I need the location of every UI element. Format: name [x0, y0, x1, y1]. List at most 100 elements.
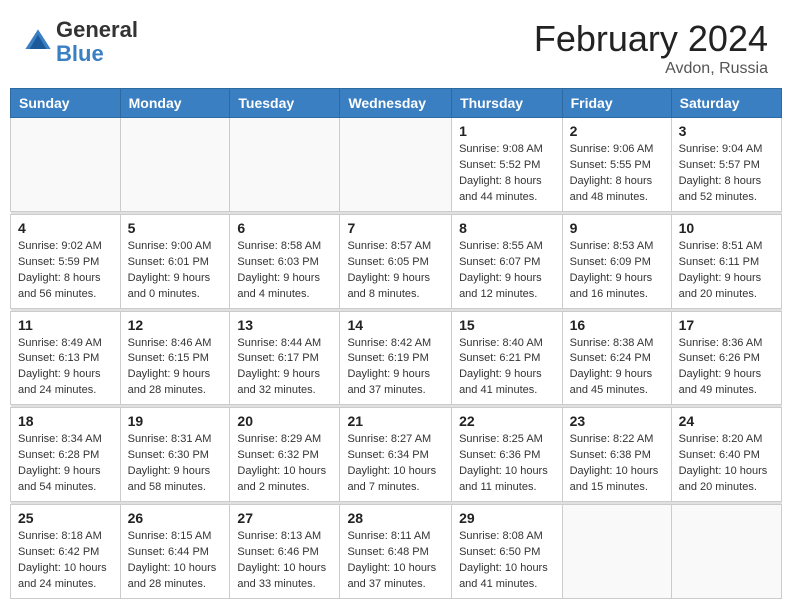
day-number: 4	[18, 220, 113, 236]
calendar-cell: 25 Sunrise: 8:18 AMSunset: 6:42 PMDayligh…	[11, 505, 121, 599]
day-number: 27	[237, 510, 332, 526]
col-wednesday: Wednesday	[340, 89, 452, 118]
logo-blue-text: Blue	[56, 41, 104, 66]
day-info: Sunrise: 8:46 AMSunset: 6:15 PMDaylight:…	[128, 336, 223, 400]
logo-icon	[24, 28, 52, 56]
calendar-cell: 15 Sunrise: 8:40 AMSunset: 6:21 PMDayligh…	[452, 311, 563, 405]
day-info: Sunrise: 8:29 AMSunset: 6:32 PMDaylight:…	[237, 432, 332, 496]
day-number: 3	[679, 123, 774, 139]
day-info: Sunrise: 8:44 AMSunset: 6:17 PMDaylight:…	[237, 336, 332, 400]
day-info: Sunrise: 8:40 AMSunset: 6:21 PMDaylight:…	[459, 336, 555, 400]
calendar-table: Sunday Monday Tuesday Wednesday Thursday…	[10, 88, 782, 599]
calendar-wrapper: Sunday Monday Tuesday Wednesday Thursday…	[0, 88, 792, 609]
calendar-week-row: 18 Sunrise: 8:34 AMSunset: 6:28 PMDayligh…	[11, 408, 782, 502]
calendar-week-row: 11 Sunrise: 8:49 AMSunset: 6:13 PMDayligh…	[11, 311, 782, 405]
day-info: Sunrise: 8:36 AMSunset: 6:26 PMDaylight:…	[679, 336, 774, 400]
day-info: Sunrise: 8:27 AMSunset: 6:34 PMDaylight:…	[347, 432, 444, 496]
calendar-cell: 13 Sunrise: 8:44 AMSunset: 6:17 PMDayligh…	[230, 311, 340, 405]
day-info: Sunrise: 9:00 AMSunset: 6:01 PMDaylight:…	[128, 239, 223, 303]
calendar-cell	[230, 118, 340, 212]
day-number: 11	[18, 317, 113, 333]
col-thursday: Thursday	[452, 89, 563, 118]
day-info: Sunrise: 8:55 AMSunset: 6:07 PMDaylight:…	[459, 239, 555, 303]
calendar-cell: 9 Sunrise: 8:53 AMSunset: 6:09 PMDaylight…	[562, 214, 671, 308]
day-number: 25	[18, 510, 113, 526]
day-info: Sunrise: 8:51 AMSunset: 6:11 PMDaylight:…	[679, 239, 774, 303]
calendar-cell: 23 Sunrise: 8:22 AMSunset: 6:38 PMDayligh…	[562, 408, 671, 502]
day-info: Sunrise: 8:38 AMSunset: 6:24 PMDaylight:…	[570, 336, 664, 400]
day-number: 29	[459, 510, 555, 526]
month-year-title: February 2024	[534, 18, 768, 60]
calendar-cell: 2 Sunrise: 9:06 AMSunset: 5:55 PMDaylight…	[562, 118, 671, 212]
day-number: 23	[570, 413, 664, 429]
day-info: Sunrise: 8:25 AMSunset: 6:36 PMDaylight:…	[459, 432, 555, 496]
day-info: Sunrise: 8:49 AMSunset: 6:13 PMDaylight:…	[18, 336, 113, 400]
location-subtitle: Avdon, Russia	[534, 60, 768, 78]
calendar-cell: 20Sunrise: 8:29 AMSunset: 6:32 PMDayligh…	[230, 408, 340, 502]
page-header: General Blue February 2024 Avdon, Russia	[0, 0, 792, 88]
day-number: 9	[570, 220, 664, 236]
logo-general-text: General	[56, 17, 138, 42]
calendar-cell: 19Sunrise: 8:31 AMSunset: 6:30 PMDayligh…	[120, 408, 230, 502]
day-number: 18	[18, 413, 113, 429]
calendar-cell: 24 Sunrise: 8:20 AMSunset: 6:40 PMDayligh…	[671, 408, 781, 502]
calendar-cell	[11, 118, 121, 212]
day-number: 24	[679, 413, 774, 429]
day-info: Sunrise: 8:11 AMSunset: 6:48 PMDaylight:…	[347, 529, 444, 593]
calendar-cell: 14Sunrise: 8:42 AMSunset: 6:19 PMDayligh…	[340, 311, 452, 405]
col-sunday: Sunday	[11, 89, 121, 118]
day-number: 8	[459, 220, 555, 236]
calendar-cell: 21 Sunrise: 8:27 AMSunset: 6:34 PMDayligh…	[340, 408, 452, 502]
calendar-cell: 12Sunrise: 8:46 AMSunset: 6:15 PMDayligh…	[120, 311, 230, 405]
calendar-cell: 6 Sunrise: 8:58 AMSunset: 6:03 PMDaylight…	[230, 214, 340, 308]
title-block: February 2024 Avdon, Russia	[534, 18, 768, 78]
day-info: Sunrise: 8:18 AMSunset: 6:42 PMDaylight:…	[18, 529, 113, 593]
calendar-cell: 11 Sunrise: 8:49 AMSunset: 6:13 PMDayligh…	[11, 311, 121, 405]
calendar-cell: 8 Sunrise: 8:55 AMSunset: 6:07 PMDaylight…	[452, 214, 563, 308]
col-monday: Monday	[120, 89, 230, 118]
calendar-cell: 10 Sunrise: 8:51 AMSunset: 6:11 PMDayligh…	[671, 214, 781, 308]
day-number: 15	[459, 317, 555, 333]
col-friday: Friday	[562, 89, 671, 118]
day-number: 17	[679, 317, 774, 333]
calendar-cell	[562, 505, 671, 599]
day-number: 2	[570, 123, 664, 139]
day-number: 13	[237, 317, 332, 333]
calendar-cell: 5Sunrise: 9:00 AMSunset: 6:01 PMDaylight…	[120, 214, 230, 308]
day-number: 16	[570, 317, 664, 333]
day-number: 10	[679, 220, 774, 236]
col-tuesday: Tuesday	[230, 89, 340, 118]
calendar-cell: 4Sunrise: 9:02 AMSunset: 5:59 PMDaylight…	[11, 214, 121, 308]
calendar-cell: 18 Sunrise: 8:34 AMSunset: 6:28 PMDayligh…	[11, 408, 121, 502]
day-number: 22	[459, 413, 555, 429]
calendar-cell	[340, 118, 452, 212]
calendar-cell: 27Sunrise: 8:13 AMSunset: 6:46 PMDayligh…	[230, 505, 340, 599]
day-info: Sunrise: 8:22 AMSunset: 6:38 PMDaylight:…	[570, 432, 664, 496]
calendar-cell: 7 Sunrise: 8:57 AMSunset: 6:05 PMDaylight…	[340, 214, 452, 308]
calendar-week-row: 1Sunrise: 9:08 AMSunset: 5:52 PMDaylight…	[11, 118, 782, 212]
day-info: Sunrise: 8:34 AMSunset: 6:28 PMDaylight:…	[18, 432, 113, 496]
calendar-cell: 26Sunrise: 8:15 AMSunset: 6:44 PMDayligh…	[120, 505, 230, 599]
day-info: Sunrise: 9:04 AMSunset: 5:57 PMDaylight:…	[679, 142, 774, 206]
calendar-cell: 28Sunrise: 8:11 AMSunset: 6:48 PMDayligh…	[340, 505, 452, 599]
calendar-cell: 17 Sunrise: 8:36 AMSunset: 6:26 PMDayligh…	[671, 311, 781, 405]
calendar-week-row: 4Sunrise: 9:02 AMSunset: 5:59 PMDaylight…	[11, 214, 782, 308]
day-number: 21	[347, 413, 444, 429]
day-number: 19	[128, 413, 223, 429]
day-number: 6	[237, 220, 332, 236]
day-info: Sunrise: 8:57 AMSunset: 6:05 PMDaylight:…	[347, 239, 444, 303]
calendar-cell: 22 Sunrise: 8:25 AMSunset: 6:36 PMDayligh…	[452, 408, 563, 502]
day-info: Sunrise: 8:58 AMSunset: 6:03 PMDaylight:…	[237, 239, 332, 303]
calendar-cell: 16 Sunrise: 8:38 AMSunset: 6:24 PMDayligh…	[562, 311, 671, 405]
calendar-header-row: Sunday Monday Tuesday Wednesday Thursday…	[11, 89, 782, 118]
calendar-cell	[671, 505, 781, 599]
day-info: Sunrise: 8:53 AMSunset: 6:09 PMDaylight:…	[570, 239, 664, 303]
day-info: Sunrise: 8:20 AMSunset: 6:40 PMDaylight:…	[679, 432, 774, 496]
day-number: 7	[347, 220, 444, 236]
day-info: Sunrise: 8:42 AMSunset: 6:19 PMDaylight:…	[347, 336, 444, 400]
calendar-cell: 29Sunrise: 8:08 AMSunset: 6:50 PMDayligh…	[452, 505, 563, 599]
day-info: Sunrise: 9:08 AMSunset: 5:52 PMDaylight:…	[459, 142, 555, 206]
calendar-cell: 3 Sunrise: 9:04 AMSunset: 5:57 PMDaylight…	[671, 118, 781, 212]
calendar-cell	[120, 118, 230, 212]
day-info: Sunrise: 9:06 AMSunset: 5:55 PMDaylight:…	[570, 142, 664, 206]
